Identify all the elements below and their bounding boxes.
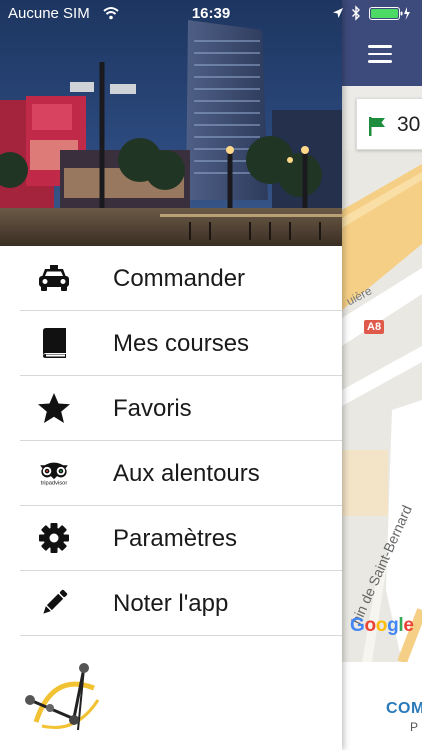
location-arrow-icon [333, 8, 343, 18]
menu-item-mes-courses[interactable]: Mes courses [0, 311, 342, 376]
map-view[interactable]: uière A8 hin de Saint-Bernard Google [342, 150, 422, 662]
star-icon [34, 391, 74, 425]
map-roads [342, 150, 422, 662]
menu-item-commander[interactable]: Commander [0, 246, 342, 311]
menu-item-label: Aux alentours [113, 460, 260, 487]
flag-icon [369, 117, 385, 136]
menu-item-label: Noter l'app [113, 590, 229, 617]
menu-item-label: Mes courses [113, 330, 250, 357]
side-drawer: Commander Mes courses Favoris tripadviso… [0, 0, 342, 750]
app-screen: uière A8 hin de Saint-Bernard Google 30 … [0, 0, 422, 750]
road-shield-a8: A8 [364, 320, 385, 334]
menu-item-noter-app[interactable]: Noter l'app [0, 571, 342, 636]
company-logo [22, 660, 106, 740]
city-night-photo [0, 0, 342, 246]
background-map-screen[interactable]: uière A8 hin de Saint-Bernard Google 30 … [342, 0, 422, 750]
taxi-icon [34, 261, 74, 295]
drawer-menu: Commander Mes courses Favoris tripadviso… [0, 246, 342, 636]
bottom-panel: COM P [342, 662, 422, 750]
menu-item-favoris[interactable]: Favoris [0, 376, 342, 441]
book-icon [34, 326, 74, 360]
order-button-label[interactable]: COM [386, 700, 422, 718]
google-attribution: Google [350, 615, 414, 636]
hamburger-menu-icon[interactable] [368, 45, 392, 63]
battery-icon [369, 7, 410, 20]
menu-item-label: Favoris [113, 395, 192, 422]
order-sublabel: P [410, 720, 419, 734]
pickup-address-text: 30 [397, 113, 421, 136]
pencil-icon [34, 586, 74, 620]
tripadvisor-wordmark: tripadvisor [41, 481, 68, 487]
tripadvisor-icon: tripadvisor [34, 456, 74, 490]
status-bar: Aucune SIM 16:39 [0, 0, 422, 28]
gear-icon [34, 521, 74, 555]
menu-item-label: Paramètres [113, 525, 238, 552]
header-photo [0, 0, 342, 246]
menu-item-parametres[interactable]: Paramètres [0, 506, 342, 571]
pickup-address-card[interactable]: 30 [356, 98, 422, 150]
menu-item-label: Commander [113, 265, 246, 292]
menu-item-aux-alentours[interactable]: tripadvisor Aux alentours [0, 441, 342, 506]
bluetooth-icon [352, 5, 360, 21]
